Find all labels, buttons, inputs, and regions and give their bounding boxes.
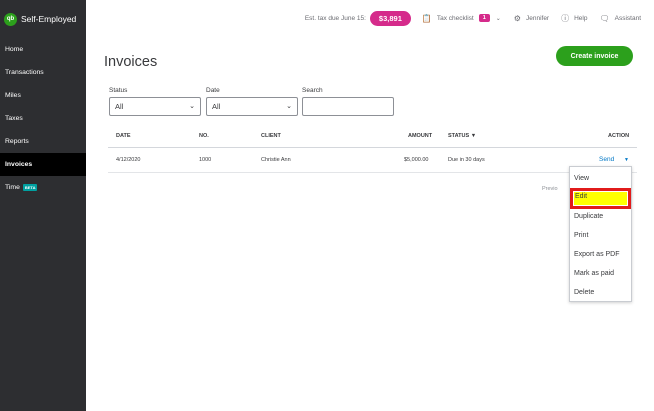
quickbooks-logo-icon: qb	[4, 12, 17, 26]
invoice-amount: $5,000.00	[404, 157, 429, 163]
date-filter-value: All	[212, 102, 221, 111]
status-filter-value: All	[115, 102, 124, 111]
send-invoice-link[interactable]: Send	[599, 156, 614, 163]
column-header-status[interactable]: STATUS ▼	[448, 133, 476, 139]
chat-icon: 🗨	[599, 13, 610, 23]
create-invoice-button[interactable]: Create invoice	[556, 46, 633, 66]
date-filter-label: Date	[206, 87, 220, 94]
action-menu: View Duplicate Print Export as PDF Mark …	[569, 166, 632, 302]
sidebar-item-miles[interactable]: Miles	[0, 84, 86, 107]
sidebar-item-reports[interactable]: Reports	[0, 130, 86, 153]
chevron-down-icon: ⌄	[189, 103, 195, 110]
column-header-action: ACTION	[608, 133, 630, 139]
status-filter-label: Status	[109, 87, 128, 94]
help-icon: ⓘ	[561, 13, 570, 23]
chevron-down-icon[interactable]: ⌄	[496, 15, 501, 22]
invoice-date: 4/12/2020	[116, 157, 141, 163]
brand-name: Self-Employed	[21, 14, 77, 24]
sidebar-item-transactions[interactable]: Transactions	[0, 61, 86, 84]
header-bar: Est. tax due June 15: $3,891 📋 Tax check…	[86, 0, 654, 36]
sidebar: qb Self-Employed Home Transactions Miles…	[0, 0, 86, 411]
gear-icon[interactable]: ⚙	[514, 14, 521, 23]
tax-checklist-link[interactable]: Tax checklist	[437, 15, 474, 22]
invoice-number: 1000	[199, 157, 212, 163]
main-content: Invoices Create invoice Status All ⌄ Dat…	[86, 36, 654, 411]
menu-item-duplicate[interactable]: Duplicate	[570, 207, 631, 225]
table-row[interactable]: 4/12/2020 1000 Christie Ann $5,000.00 Du…	[108, 150, 637, 173]
sidebar-item-time[interactable]: Time BETA	[0, 176, 86, 199]
menu-item-delete[interactable]: Delete	[570, 283, 631, 301]
column-header-amount[interactable]: AMOUNT	[408, 133, 432, 139]
brand[interactable]: qb Self-Employed	[0, 0, 86, 38]
chevron-down-icon: ⌄	[286, 103, 292, 110]
sidebar-item-home[interactable]: Home	[0, 38, 86, 61]
clipboard-icon: 📋	[421, 13, 432, 23]
invoice-status: Due in 30 days	[448, 157, 485, 163]
table-header: DATE NO. CLIENT AMOUNT STATUS ▼ ACTION	[108, 126, 637, 148]
menu-item-edit-label: Edit	[575, 193, 588, 200]
user-menu[interactable]: Jennifer	[526, 15, 549, 22]
column-header-date[interactable]: DATE	[116, 133, 131, 139]
menu-item-mark-paid[interactable]: Mark as paid	[570, 264, 631, 282]
menu-item-view[interactable]: View	[570, 169, 631, 187]
tax-checklist-count-badge: 1	[478, 14, 490, 22]
beta-badge: BETA	[22, 184, 38, 191]
column-header-client[interactable]: CLIENT	[261, 133, 281, 139]
invoice-client: Christie Ann	[261, 157, 291, 163]
help-button[interactable]: Help	[574, 15, 587, 22]
search-input[interactable]	[302, 97, 394, 116]
app-window: qb Self-Employed Home Transactions Miles…	[0, 0, 654, 411]
sidebar-item-label: Time	[5, 184, 20, 191]
menu-item-print[interactable]: Print	[570, 226, 631, 244]
page-title: Invoices	[104, 54, 158, 70]
sidebar-item-taxes[interactable]: Taxes	[0, 107, 86, 130]
tax-due-label: Est. tax due June 15:	[304, 14, 366, 22]
tax-due-button[interactable]: $3,891	[369, 10, 411, 26]
edit-highlight-box[interactable]: Edit	[570, 188, 631, 209]
action-dropdown-toggle[interactable]: ▼	[624, 157, 629, 163]
search-label: Search	[302, 87, 323, 94]
sidebar-item-invoices[interactable]: Invoices	[0, 153, 86, 176]
column-header-no[interactable]: NO.	[199, 133, 209, 139]
menu-item-export-pdf[interactable]: Export as PDF	[570, 245, 631, 263]
status-filter-select[interactable]: All ⌄	[109, 97, 201, 116]
pager-previous[interactable]: Previo	[542, 186, 558, 192]
assistant-button[interactable]: Assistant	[615, 15, 641, 22]
date-filter-select[interactable]: All ⌄	[206, 97, 298, 116]
